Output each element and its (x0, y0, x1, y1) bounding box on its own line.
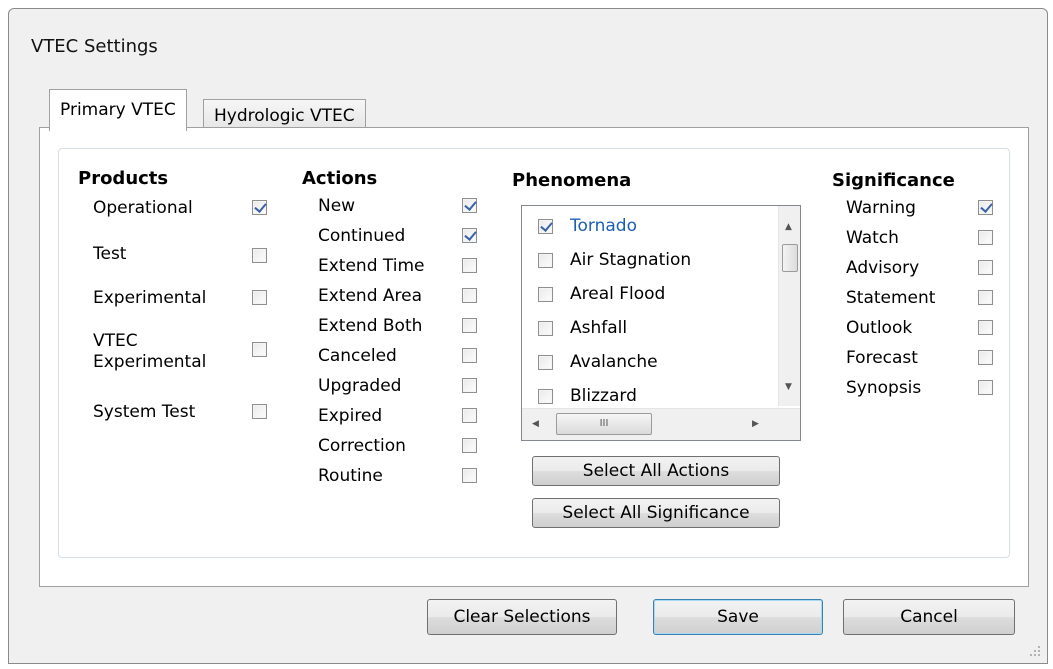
significance-checkbox-warning[interactable] (978, 200, 993, 215)
significance-label-advisory: Advisory (846, 258, 920, 278)
significance-checkbox-statement[interactable] (978, 290, 993, 305)
action-label-routine: Routine (318, 466, 383, 486)
significance-label-statement: Statement (846, 288, 936, 308)
action-label-extend-area: Extend Area (318, 286, 423, 306)
action-label-expired: Expired (318, 406, 383, 426)
action-label-continued: Continued (318, 226, 406, 246)
action-checkbox-extend-time[interactable] (462, 258, 477, 273)
significance-label-synopsis: Synopsis (846, 378, 922, 398)
product-label-vtec-experimental-line2: Experimental (93, 352, 207, 372)
product-checkbox-test[interactable] (252, 248, 267, 263)
select-all-actions-button[interactable]: Select All Actions (532, 456, 780, 486)
action-checkbox-routine[interactable] (462, 468, 477, 483)
product-label-experimental: Experimental (93, 288, 207, 308)
action-checkbox-extend-both[interactable] (462, 318, 477, 333)
product-checkbox-system-test[interactable] (252, 404, 267, 419)
phenomenon-label-blizzard: Blizzard (570, 386, 637, 406)
tab-primary-vtec[interactable]: Primary VTEC (49, 89, 187, 131)
significance-checkbox-outlook[interactable] (978, 320, 993, 335)
phenomenon-checkbox-areal-flood[interactable] (538, 287, 553, 302)
select-all-significance-button[interactable]: Select All Significance (532, 498, 780, 528)
phenomenon-checkbox-air-stagnation[interactable] (538, 253, 553, 268)
product-checkbox-vtec-experimental[interactable] (252, 342, 267, 357)
products-heading: Products (78, 168, 169, 189)
phenomenon-checkbox-avalanche[interactable] (538, 355, 553, 370)
phenomena-heading: Phenomena (512, 170, 632, 191)
phenomenon-label-air-stagnation: Air Stagnation (570, 250, 692, 270)
significance-label-forecast: Forecast (846, 348, 918, 368)
product-checkbox-experimental[interactable] (252, 290, 267, 305)
significance-checkbox-forecast[interactable] (978, 350, 993, 365)
action-checkbox-extend-area[interactable] (462, 288, 477, 303)
save-button[interactable]: Save (653, 599, 823, 635)
product-label-test: Test (93, 244, 127, 264)
significance-checkbox-synopsis[interactable] (978, 380, 993, 395)
significance-label-watch: Watch (846, 228, 899, 248)
phenomena-vertical-scrollbar[interactable]: ▲ ▼ (778, 206, 800, 406)
phenomenon-label-areal-flood: Areal Flood (570, 284, 666, 304)
action-checkbox-expired[interactable] (462, 408, 477, 423)
product-label-vtec-experimental-line1: VTEC (93, 331, 138, 351)
action-checkbox-canceled[interactable] (462, 348, 477, 363)
significance-checkbox-watch[interactable] (978, 230, 993, 245)
action-label-new: New (318, 196, 356, 216)
action-label-correction: Correction (318, 436, 406, 456)
title-bar[interactable]: VTEC Settings (9, 9, 1047, 79)
vertical-scroll-thumb[interactable] (782, 244, 798, 272)
action-label-extend-both: Extend Both (318, 316, 423, 336)
significance-label-warning: Warning (846, 198, 916, 218)
horizontal-scroll-thumb[interactable]: III (556, 413, 652, 435)
phenomenon-label-tornado: Tornado (570, 216, 637, 236)
phenomenon-checkbox-ashfall[interactable] (538, 321, 553, 336)
phenomenon-checkbox-tornado[interactable] (538, 219, 553, 234)
phenomena-horizontal-scrollbar[interactable]: ◀ III ▶ (522, 408, 800, 440)
action-checkbox-continued[interactable] (462, 228, 477, 243)
scroll-up-arrow-icon[interactable]: ▲ (785, 222, 792, 232)
actions-heading: Actions (302, 168, 378, 189)
phenomenon-label-avalanche: Avalanche (570, 352, 658, 372)
significance-checkbox-advisory[interactable] (978, 260, 993, 275)
product-checkbox-operational[interactable] (252, 200, 267, 215)
scroll-left-arrow-icon[interactable]: ◀ (532, 419, 539, 429)
scroll-right-arrow-icon[interactable]: ▶ (752, 419, 759, 429)
action-checkbox-correction[interactable] (462, 438, 477, 453)
action-label-canceled: Canceled (318, 346, 397, 366)
phenomenon-label-ashfall: Ashfall (570, 318, 628, 338)
action-label-extend-time: Extend Time (318, 256, 425, 276)
product-label-operational: Operational (93, 198, 193, 218)
cancel-button[interactable]: Cancel (843, 599, 1015, 635)
scroll-down-arrow-icon[interactable]: ▼ (785, 382, 792, 392)
action-checkbox-new[interactable] (462, 198, 477, 213)
phenomena-listbox[interactable]: Tornado Air Stagnation Areal Flood Ashfa… (521, 205, 801, 441)
clear-selections-button[interactable]: Clear Selections (427, 599, 617, 635)
significance-label-outlook: Outlook (846, 318, 913, 338)
phenomenon-checkbox-blizzard[interactable] (538, 389, 553, 404)
resize-grip-icon[interactable] (1029, 645, 1041, 657)
action-checkbox-upgraded[interactable] (462, 378, 477, 393)
vtec-settings-window: VTEC Settings Primary VTEC Hydrologic VT… (8, 8, 1048, 664)
window-title: VTEC Settings (31, 36, 158, 57)
product-label-system-test: System Test (93, 402, 196, 422)
significance-heading: Significance (832, 170, 955, 191)
action-label-upgraded: Upgraded (318, 376, 402, 396)
